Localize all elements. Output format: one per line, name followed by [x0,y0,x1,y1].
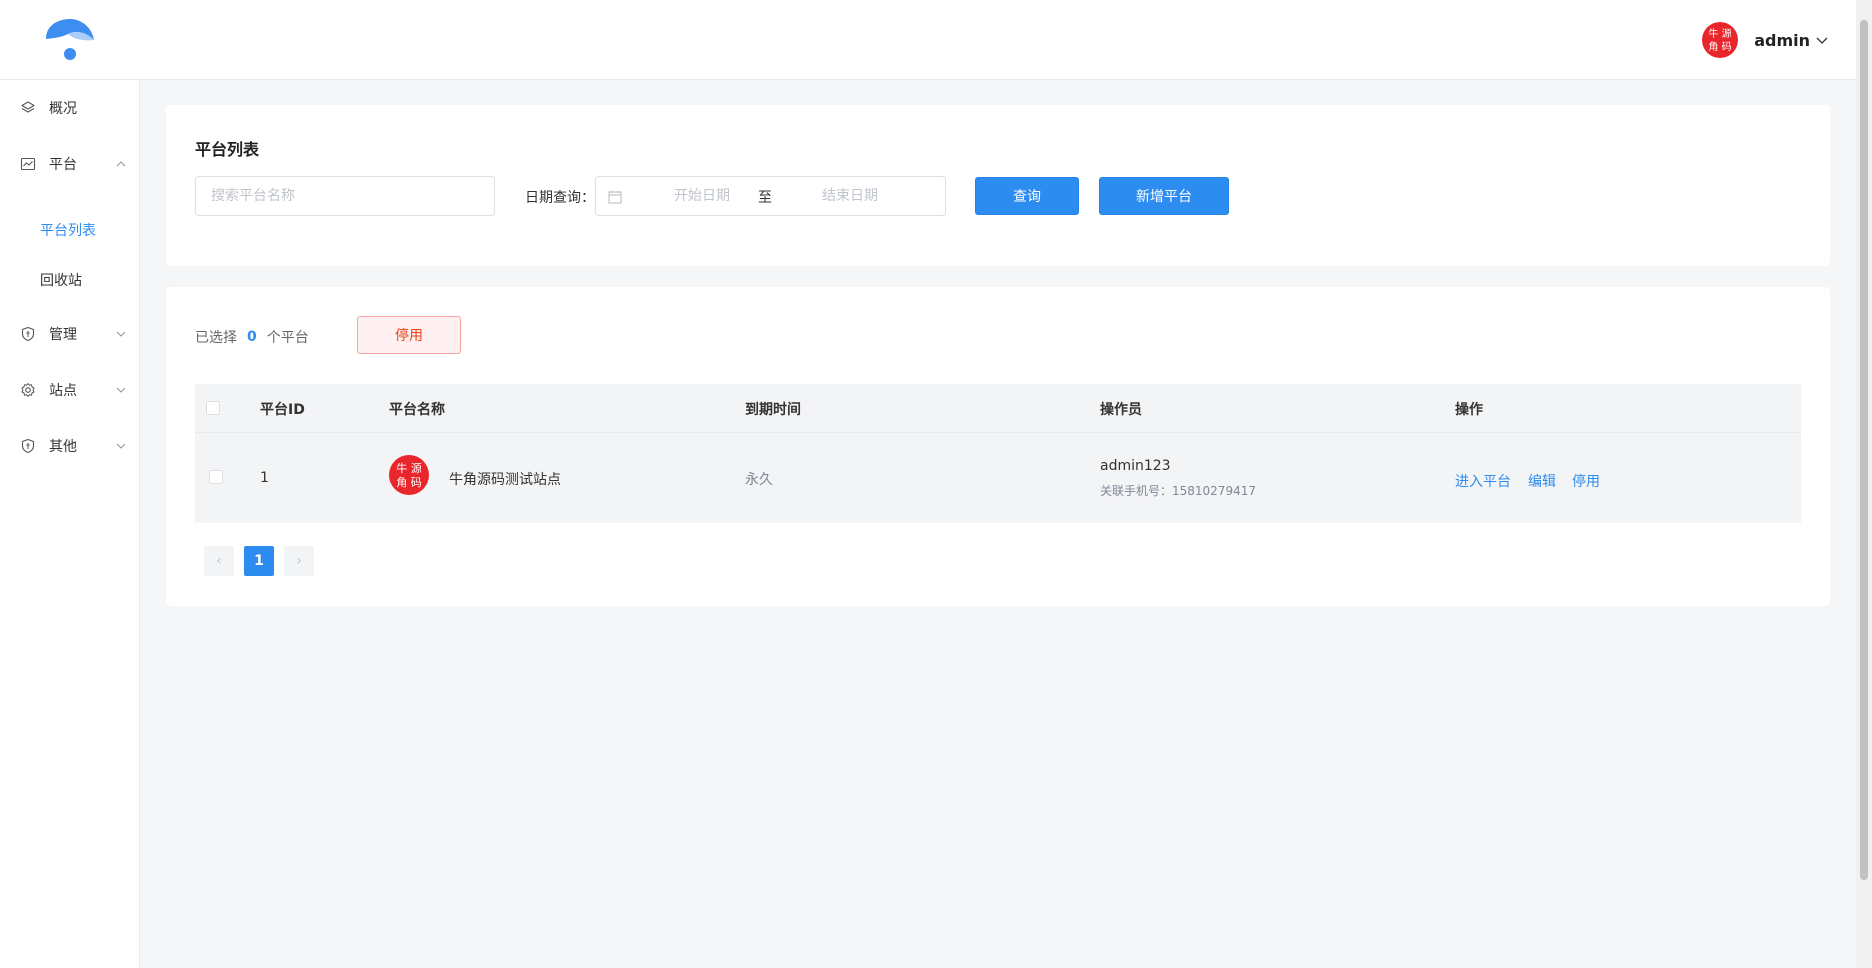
start-date-input[interactable] [642,177,762,215]
brand-logo-icon[interactable] [40,14,100,64]
operator-name: admin123 [1100,458,1171,474]
user-avatar[interactable]: 牛 源 角 码 [1702,22,1739,58]
sidebar-item-label: 其他 [49,439,77,455]
chart-icon [20,157,36,171]
query-button[interactable]: 查询 [975,177,1079,215]
calendar-icon [608,191,622,204]
sidebar-item-platform[interactable]: 平台 [0,144,139,184]
selected-count: 0 [247,329,257,345]
platform-table: 平台ID 平台名称 到期时间 操作员 操作 1 牛 源 角 码 牛角源码测试站点… [195,384,1801,523]
sidebar-item-manage[interactable]: 管理 [0,314,139,354]
shield-icon [21,326,35,342]
username[interactable]: admin [1754,31,1810,50]
shield-icon [21,438,35,454]
svg-text:角 码: 角 码 [1709,41,1732,53]
platform-avatar: 牛 源 角 码 [389,455,429,495]
top-header: 牛 源 角 码 admin [0,0,1856,80]
sidebar-item-label: 管理 [49,327,77,343]
sidebar-subitem-recycle-bin[interactable]: 回收站 [40,265,82,295]
date-filter-label: 日期查询： [525,190,595,206]
gear-icon [21,383,35,397]
column-header-actions: 操作 [1455,402,1483,418]
search-input[interactable] [195,176,495,216]
sidebar-item-label: 站点 [49,383,77,399]
layers-icon [21,101,35,113]
next-page-button[interactable]: › [284,546,314,576]
platform-name: 牛角源码测试站点 [449,472,561,488]
row-checkbox[interactable] [209,470,223,484]
date-range-separator: 至 [758,190,772,206]
selected-suffix: 个平台 [266,330,309,346]
table-row: 1 牛 源 角 码 牛角源码测试站点 永久 admin123 关联手机号：158… [195,432,1801,523]
pagination: ‹ 1 › [204,546,324,576]
expire-time: 永久 [745,472,773,488]
page-scrollbar[interactable] [1856,0,1872,968]
select-all-checkbox[interactable] [206,401,220,415]
column-header-name: 平台名称 [389,402,445,418]
page-title: 平台列表 [195,140,260,159]
operator-phone: 关联手机号：15810279417 [1100,484,1256,498]
filter-card: 平台列表 日期查询： 至 查询 新增平台 [166,105,1830,266]
platform-list-card: 已选择 0 个平台 停用 平台ID 平台名称 到期时间 操作员 操作 1 牛 源… [166,287,1830,606]
column-header-operator: 操作员 [1100,402,1142,418]
end-date-input[interactable] [790,177,910,215]
selection-summary: 已选择 0 个平台 [195,327,309,347]
svg-text:角 码: 角 码 [396,476,422,489]
column-header-id: 平台ID [260,402,305,418]
svg-text:牛 源: 牛 源 [1709,27,1732,40]
chevron-down-icon [116,331,126,337]
sidebar-item-site[interactable]: 站点 [0,370,139,410]
chevron-up-icon [116,161,126,167]
prev-page-button[interactable]: ‹ [204,546,234,576]
chevron-down-icon [116,443,126,449]
edit-link[interactable]: 编辑 [1528,471,1556,491]
sidebar-item-label: 平台 [49,157,77,173]
sidebar-item-label: 概况 [49,101,77,117]
platform-id: 1 [260,470,269,486]
add-platform-button[interactable]: 新增平台 [1099,177,1229,215]
sidebar: 概况 平台 平台列表 回收站 管理 站点 其他 [0,80,140,968]
svg-text:牛 源: 牛 源 [396,461,422,475]
sidebar-item-other[interactable]: 其他 [0,426,139,466]
table-header: 平台ID 平台名称 到期时间 操作员 操作 [195,384,1801,432]
page-number-button[interactable]: 1 [244,546,274,576]
bulk-disable-button[interactable]: 停用 [357,316,461,354]
chevron-down-icon [116,387,126,393]
disable-link[interactable]: 停用 [1572,471,1600,491]
sidebar-subitem-platform-list[interactable]: 平台列表 [40,215,96,245]
selected-prefix: 已选择 [195,330,237,346]
chevron-down-icon[interactable] [1816,34,1828,46]
date-range-picker[interactable]: 至 [595,176,946,216]
enter-platform-link[interactable]: 进入平台 [1455,471,1511,491]
scrollbar-thumb[interactable] [1860,20,1868,880]
user-menu[interactable]: 牛 源 角 码 admin [1702,22,1828,58]
sidebar-item-overview[interactable]: 概况 [0,88,139,128]
column-header-expire: 到期时间 [745,402,801,418]
